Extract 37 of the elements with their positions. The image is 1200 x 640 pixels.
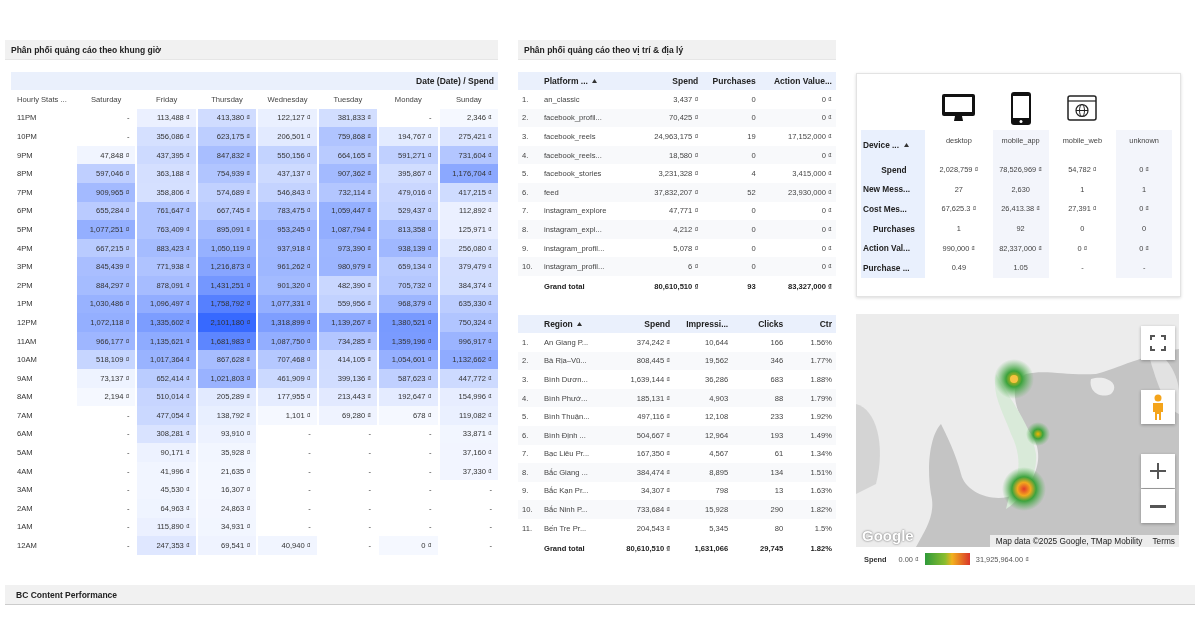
sort-arrow-icon[interactable] bbox=[576, 321, 582, 326]
column-header[interactable]: Platform ... bbox=[540, 72, 633, 90]
fullscreen-icon bbox=[1150, 335, 1166, 351]
column-header[interactable]: Region bbox=[540, 314, 614, 333]
sort-arrow-icon[interactable] bbox=[591, 79, 597, 83]
row-header: Cost Mes... bbox=[861, 199, 925, 219]
row-header: Purchases bbox=[861, 218, 925, 239]
color-scale-bar bbox=[924, 553, 970, 565]
column-header[interactable]: Action Value... bbox=[759, 72, 836, 90]
section-title: Phân phối quảng cáo theo vị trí & địa lý bbox=[518, 40, 836, 60]
fullscreen-button[interactable] bbox=[1141, 326, 1175, 360]
row-header: Spend bbox=[861, 160, 925, 180]
column-header[interactable]: Ctr bbox=[787, 314, 836, 333]
browser-globe-icon bbox=[1067, 95, 1098, 121]
minus-icon bbox=[1150, 504, 1166, 508]
zoom-out-button[interactable] bbox=[1141, 489, 1175, 523]
column-header[interactable]: Clicks bbox=[732, 314, 788, 333]
row-header: New Mess... bbox=[861, 179, 925, 200]
map-attribution: Map data ©2025 Google, TMap Mobility bbox=[995, 536, 1143, 546]
plus-icon bbox=[1150, 463, 1166, 479]
phone-icon bbox=[1010, 91, 1031, 125]
section-title: BC Content Performance bbox=[5, 585, 1195, 605]
sort-arrow-icon[interactable] bbox=[904, 143, 909, 147]
person-icon bbox=[1152, 394, 1164, 420]
terms-link[interactable]: Terms bbox=[1152, 536, 1175, 546]
zoom-in-button[interactable] bbox=[1141, 454, 1175, 488]
row-header[interactable]: Device ... bbox=[861, 130, 925, 160]
column-header[interactable]: Purchases bbox=[702, 72, 760, 90]
column-header[interactable]: Spend bbox=[613, 314, 675, 333]
monitor-icon bbox=[942, 94, 976, 122]
row-header: Purchase ... bbox=[861, 257, 925, 278]
map-logo: Google bbox=[862, 527, 914, 544]
column-header[interactable]: Spend bbox=[632, 72, 703, 90]
column-header[interactable]: Impressi... bbox=[674, 314, 733, 333]
section-title: Phân phối quảng cáo theo khung giờ bbox=[5, 40, 498, 60]
pivot-header: Date (Date) / Spend bbox=[416, 76, 494, 86]
row-header: Action Val... bbox=[861, 238, 925, 258]
